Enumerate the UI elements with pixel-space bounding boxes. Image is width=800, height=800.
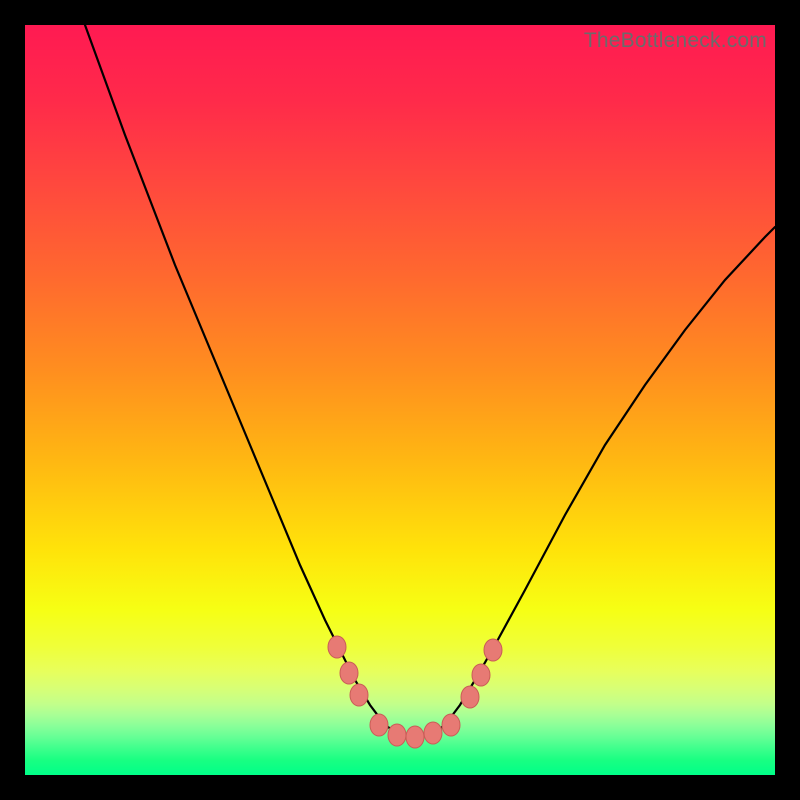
plot-area: TheBottleneck.com (25, 25, 775, 775)
markers-group (328, 636, 502, 748)
curve-marker (442, 714, 460, 736)
curve-marker (484, 639, 502, 661)
curve-svg (25, 25, 775, 775)
curve-marker (328, 636, 346, 658)
chart-frame: TheBottleneck.com (0, 0, 800, 800)
curve-marker (350, 684, 368, 706)
curve-marker (388, 724, 406, 746)
curve-marker (370, 714, 388, 736)
curve-marker (472, 664, 490, 686)
curve-marker (461, 686, 479, 708)
curve-marker (424, 722, 442, 744)
bottleneck-curve (85, 25, 775, 737)
curve-marker (406, 726, 424, 748)
curve-marker (340, 662, 358, 684)
